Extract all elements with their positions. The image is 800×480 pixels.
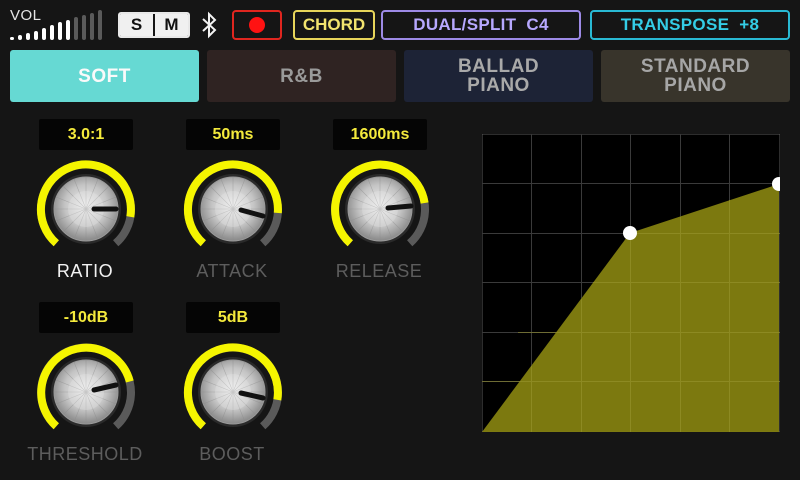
preset-ballad-piano[interactable]: BALLAD PIANO xyxy=(404,50,593,102)
ratio-label: RATIO xyxy=(56,261,114,281)
attack-label: ATTACK xyxy=(196,261,268,281)
solo-mute-group: S M xyxy=(118,12,190,38)
volume-bar xyxy=(90,13,94,40)
volume-bar xyxy=(26,33,30,40)
volume-bar xyxy=(10,37,14,40)
boost-label: BOOST xyxy=(199,444,265,464)
volume-bar xyxy=(82,15,86,40)
preset-standard-piano[interactable]: STANDARD PIANO xyxy=(601,50,790,102)
transpose-button[interactable]: TRANSPOSE +8 xyxy=(590,10,790,40)
mute-button[interactable]: M xyxy=(153,14,188,36)
threshold-knob[interactable] xyxy=(36,342,136,442)
volume-bar xyxy=(42,28,46,40)
release-label: RELEASE xyxy=(335,261,423,281)
release-control: 1600ms RELEASE xyxy=(324,119,434,281)
attack-control: 50ms ATTACK xyxy=(177,119,287,281)
volume-bar xyxy=(74,17,78,40)
boost-control: 5dB BOOST xyxy=(177,302,287,464)
ratio-value: 3.0:1 xyxy=(39,119,133,150)
volume-bar xyxy=(98,10,102,40)
attack-knob[interactable] xyxy=(183,159,283,259)
bluetooth-icon[interactable] xyxy=(198,11,220,39)
volume-bar xyxy=(50,25,54,40)
threshold-handle xyxy=(623,226,637,240)
volume-bar xyxy=(34,31,38,40)
attack-value: 50ms xyxy=(186,119,280,150)
threshold-label: THRESHOLD xyxy=(27,444,143,464)
ratio-knob[interactable] xyxy=(36,159,136,259)
volume-bar xyxy=(66,20,70,40)
threshold-value: -10dB xyxy=(39,302,133,333)
record-icon xyxy=(249,17,265,33)
preset-soft[interactable]: SOFT xyxy=(10,50,199,102)
dual-split-button[interactable]: DUAL/SPLIT C4 xyxy=(381,10,581,40)
boost-value: 5dB xyxy=(186,302,280,333)
compression-curve-graph[interactable] xyxy=(482,134,780,432)
release-knob[interactable] xyxy=(330,159,430,259)
volume-bar xyxy=(58,22,62,40)
ratio-control: 3.0:1 RATIO xyxy=(30,119,140,281)
chord-button[interactable]: CHORD xyxy=(293,10,375,40)
volume-bar xyxy=(18,35,22,40)
solo-button[interactable]: S xyxy=(120,14,153,36)
preset-rnb[interactable]: R&B xyxy=(207,50,396,102)
record-button[interactable] xyxy=(232,10,282,40)
threshold-control: -10dB THRESHOLD xyxy=(27,302,142,464)
release-value: 1600ms xyxy=(333,119,427,150)
boost-knob[interactable] xyxy=(183,342,283,442)
volume-meter[interactable] xyxy=(10,10,106,40)
